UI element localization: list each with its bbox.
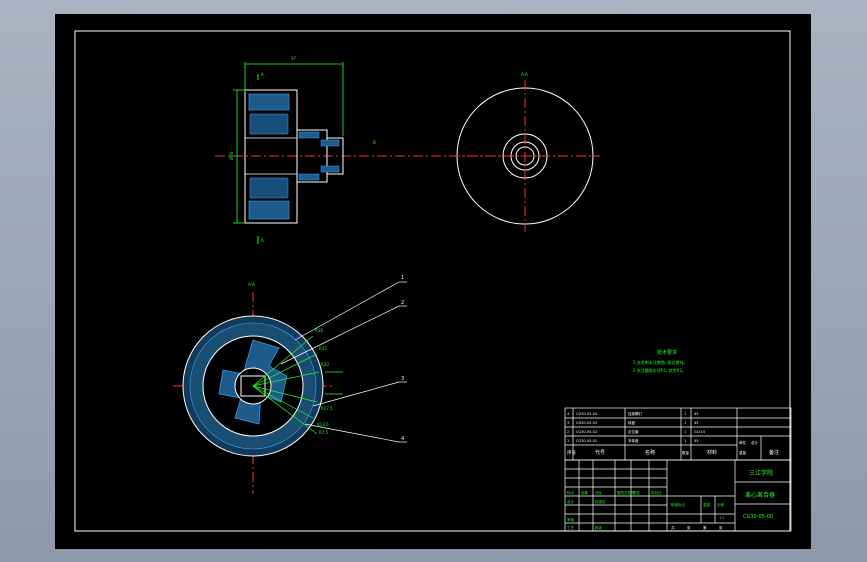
svg-text:CG30-05-04: CG30-05-04 <box>576 412 598 416</box>
side-view: A-A <box>450 72 600 232</box>
svg-text:CG30-05-03: CG30-05-03 <box>576 421 597 425</box>
svg-text:数量: 数量 <box>682 450 690 455</box>
svg-text:阶段标记: 阶段标记 <box>671 502 685 507</box>
radius-label-2: R35 <box>319 346 327 351</box>
svg-text:分区: 分区 <box>595 490 603 495</box>
svg-text:45: 45 <box>694 439 698 443</box>
drawing-name: 离心离合器 <box>745 491 775 499</box>
balloon-1: 1 <box>401 275 404 281</box>
svg-text:重量: 重量 <box>703 502 711 507</box>
svg-text:比例: 比例 <box>717 502 725 507</box>
radius-label-6: R7.5 <box>319 430 329 435</box>
svg-text:GCr15: GCr15 <box>694 430 705 434</box>
radius-label-5: R12.5 <box>317 422 329 427</box>
svg-text:1: 1 <box>684 421 686 425</box>
svg-text:45: 45 <box>694 421 698 425</box>
svg-text:序号: 序号 <box>567 449 576 456</box>
balloon-3: 3 <box>401 376 404 382</box>
svg-text:第: 第 <box>703 525 707 530</box>
svg-text:签名: 签名 <box>633 490 640 495</box>
svg-text:处数: 处数 <box>581 490 589 495</box>
technical-requirements: 技术要求 1.去毛刺未注倒角, 锐边倒钝。 2.未注圆角半径R1, 其余R2。 <box>633 349 687 373</box>
svg-text:材料: 材料 <box>707 449 717 456</box>
radius-label-4: R17.5 <box>321 406 333 411</box>
svg-text:本体盘: 本体盘 <box>628 438 639 443</box>
drawing-number: CG30-05-00 <box>743 514 773 520</box>
section-marker-top: A <box>261 72 264 77</box>
svg-text:1: 1 <box>684 439 686 443</box>
svg-text:2: 2 <box>567 430 569 434</box>
engineering-drawing: 37 Ø80 A A B A-A A-A R38 R35 R20 R17.5 R… <box>74 30 792 532</box>
balloon-4: 4 <box>401 436 404 442</box>
svg-text:CG30-05-02: CG30-05-02 <box>576 430 597 434</box>
svg-text:审核: 审核 <box>567 517 575 522</box>
svg-text:张: 张 <box>719 525 723 530</box>
cad-viewport[interactable]: 37 Ø80 A A B A-A A-A R38 R35 R20 R17.5 R… <box>55 14 811 549</box>
svg-text:年月日: 年月日 <box>651 490 662 495</box>
svg-text:定位套: 定位套 <box>628 429 639 434</box>
svg-text:重量: 重量 <box>739 450 747 455</box>
svg-text:工艺: 工艺 <box>567 525 575 530</box>
svg-text:名称: 名称 <box>645 449 655 456</box>
side-view-label: A-A <box>521 72 528 77</box>
balloon-2: 2 <box>401 300 404 306</box>
svg-text:标记: 标记 <box>567 490 575 495</box>
svg-text:1: 1 <box>684 430 686 434</box>
section-marker-bottom: A <box>261 238 264 243</box>
svg-text:3: 3 <box>567 421 569 425</box>
svg-text:1:1: 1:1 <box>719 516 725 520</box>
svg-text:45: 45 <box>694 412 698 416</box>
section-view: 37 Ø80 A A B <box>215 56 525 244</box>
tech-line-2: 2.未注圆角半径R1, 其余R2。 <box>633 367 686 373</box>
svg-text:张: 张 <box>687 525 691 530</box>
diameter-dimension: Ø80 <box>229 151 234 160</box>
svg-text:共: 共 <box>671 525 675 530</box>
radius-label-3: R20 <box>321 362 329 367</box>
radius-label-1: R38 <box>315 328 323 333</box>
svg-text:单件: 单件 <box>739 440 747 445</box>
svg-text:总计: 总计 <box>751 440 759 445</box>
svg-text:代号: 代号 <box>595 449 605 456</box>
svg-text:设计: 设计 <box>567 499 575 504</box>
svg-text:CG30-05-01: CG30-05-01 <box>576 439 597 443</box>
section-aa-view: A-A R38 R35 R20 R17.5 R12.5 R7.5 1 2 3 4 <box>173 275 407 494</box>
length-dimension: 37 <box>291 56 297 61</box>
svg-text:连接螺钉: 连接螺钉 <box>628 411 642 416</box>
tech-title: 技术要求 <box>657 349 677 356</box>
svg-text:标准化: 标准化 <box>595 499 606 504</box>
tech-line-1: 1.去毛刺未注倒角, 锐边倒钝。 <box>633 359 687 365</box>
svg-text:1: 1 <box>684 412 686 416</box>
svg-text:批准: 批准 <box>595 525 603 530</box>
school-name: 三江学院 <box>749 469 773 477</box>
view-b-label: B <box>373 140 376 145</box>
svg-text:4: 4 <box>567 412 570 416</box>
svg-text:备注: 备注 <box>769 449 779 456</box>
sheet-border <box>74 30 791 532</box>
section-aa-label: A-A <box>248 282 255 287</box>
svg-text:1: 1 <box>567 439 569 443</box>
svg-text:转盘: 转盘 <box>628 420 636 425</box>
